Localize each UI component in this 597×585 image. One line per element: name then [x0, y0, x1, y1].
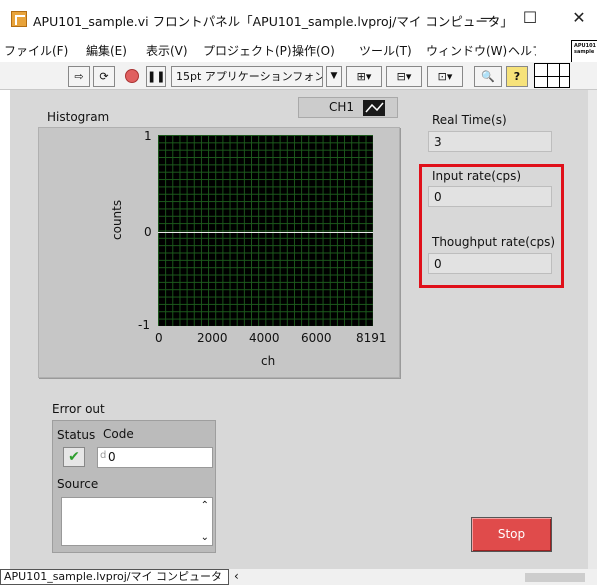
plot-line-style-icon[interactable]	[363, 100, 385, 116]
stop-button[interactable]: Stop	[471, 517, 552, 552]
error-out-cluster: Status Code ✔ d 0 Source ⌃ ⌄	[52, 420, 216, 553]
real-time-value: 3	[434, 135, 442, 149]
source-field: ⌃ ⌄	[61, 497, 213, 546]
real-time-label: Real Time(s)	[432, 113, 507, 127]
maximize-button[interactable]: ☐	[517, 8, 543, 28]
search-icon[interactable]: 🔍	[474, 66, 502, 87]
code-field: d 0	[97, 447, 213, 468]
vertical-scrollbar[interactable]	[588, 90, 597, 569]
plot-area[interactable]	[158, 135, 373, 326]
menu-file[interactable]: ファイル(F)	[4, 42, 68, 59]
menu-tools[interactable]: ツール(T)	[359, 42, 412, 59]
align-objects-icon[interactable]: ⊞▾	[346, 66, 382, 87]
series-line	[158, 232, 373, 233]
pause-icon[interactable]: ❚❚	[146, 66, 166, 87]
error-out-label: Error out	[52, 402, 105, 416]
toolbar: ⇨ ⟳ ❚❚ 15pt アプリケーションフォント ▼ ⊞▾ ⊟▾ ⊡▾ 🔍 ?	[0, 62, 597, 90]
close-button[interactable]: ✕	[566, 8, 592, 28]
context-tab[interactable]: APU101_sample.lvproj/マイ コンピュータ	[0, 569, 229, 585]
code-value: 0	[108, 450, 116, 464]
scroll-left-icon[interactable]: ‹	[234, 569, 239, 583]
x-tick-label: 2000	[197, 331, 228, 345]
labview-vi-icon	[11, 11, 27, 27]
font-selector[interactable]: 15pt アプリケーションフォント	[171, 66, 323, 87]
window-title: APU101_sample.vi フロントパネル「APU101_sample.l…	[33, 14, 513, 29]
title-bar: APU101_sample.vi フロントパネル「APU101_sample.l…	[0, 0, 597, 38]
context-help-icon[interactable]: ?	[506, 66, 528, 87]
y-tick-label: 0	[144, 225, 152, 239]
distribute-objects-icon[interactable]: ⊟▾	[386, 66, 422, 87]
menu-operate[interactable]: 操作(O)	[292, 42, 335, 59]
scroll-down-icon[interactable]: ⌄	[201, 532, 209, 543]
scroll-thumb[interactable]	[525, 573, 585, 582]
highlight-box	[419, 164, 564, 288]
code-label: Code	[103, 427, 134, 441]
menu-window[interactable]: ウィンドウ(W)	[426, 42, 507, 59]
x-tick-label: 0	[155, 331, 163, 345]
font-dropdown-icon[interactable]: ▼	[326, 66, 342, 87]
menu-view[interactable]: 表示(V)	[146, 42, 188, 59]
status-check-icon: ✔	[63, 447, 85, 467]
x-tick-label: 8191	[356, 331, 387, 345]
menu-help[interactable]: ヘルプ(	[508, 42, 536, 59]
code-radix: d	[100, 450, 107, 461]
menu-bar: ファイル(F) 編集(E) 表示(V) プロジェクト(P) 操作(O) ツール(…	[0, 38, 597, 62]
connector-pane-icon[interactable]	[534, 63, 570, 88]
plot-legend: CH1	[298, 97, 398, 118]
minimize-button[interactable]: —	[475, 8, 501, 28]
plot-legend-name: CH1	[329, 100, 355, 114]
source-label: Source	[57, 477, 99, 491]
run-arrow-icon[interactable]: ⇨	[68, 66, 90, 87]
x-axis-title: ch	[261, 354, 276, 368]
status-label: Status	[57, 428, 96, 442]
y-tick-label: 1	[144, 129, 152, 143]
resize-objects-icon[interactable]: ⊡▾	[427, 66, 463, 87]
horizontal-scrollbar[interactable]: ‹	[229, 569, 597, 585]
run-continuously-icon[interactable]: ⟳	[93, 66, 115, 87]
abort-icon[interactable]	[121, 66, 143, 87]
font-selector-label: 15pt アプリケーションフォント	[176, 70, 323, 83]
y-axis-title: counts	[110, 199, 124, 240]
y-tick-label: -1	[138, 318, 150, 332]
x-tick-label: 4000	[249, 331, 280, 345]
menu-edit[interactable]: 編集(E)	[86, 42, 127, 59]
real-time-indicator: 3	[428, 131, 552, 152]
histogram-label: Histogram	[47, 110, 110, 124]
x-tick-label: 6000	[301, 331, 332, 345]
scroll-up-icon[interactable]: ⌃	[201, 500, 209, 511]
menu-project[interactable]: プロジェクト(P)	[203, 42, 292, 59]
